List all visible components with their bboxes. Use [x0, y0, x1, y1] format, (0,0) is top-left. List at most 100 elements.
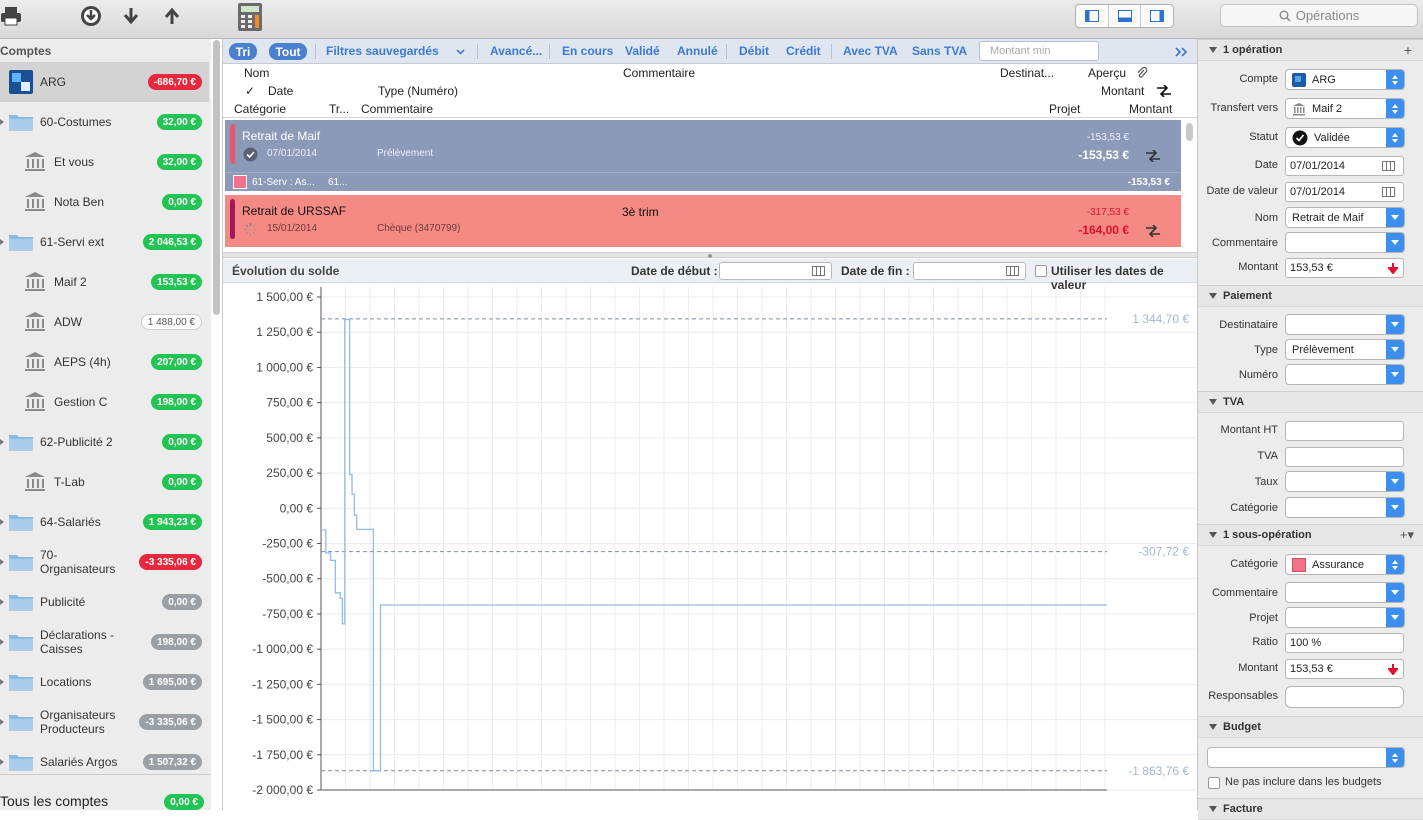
split-divider[interactable] — [223, 252, 1198, 258]
calendar-icon[interactable] — [1382, 161, 1395, 171]
col-category[interactable]: Catégorie — [234, 102, 286, 116]
sidebar-item[interactable]: ADW 1 488,00 € — [0, 302, 209, 342]
value-dates-checkbox[interactable] — [1035, 265, 1047, 277]
print-icon[interactable] — [0, 4, 22, 28]
sidebar-left-toggle[interactable] — [1076, 5, 1109, 27]
download-circle-icon[interactable] — [80, 4, 102, 28]
disclosure-icon[interactable] — [0, 679, 4, 685]
section-budget[interactable]: Budget — [1198, 716, 1423, 738]
col-type[interactable]: Type (Numéro) — [378, 84, 458, 98]
sidebar-item[interactable]: Gestion C 198,00 € — [0, 382, 209, 422]
col-subamount[interactable]: Montant — [1129, 102, 1172, 116]
col-subcomment[interactable]: Commentaire — [361, 102, 433, 116]
disclosure-icon[interactable] — [0, 599, 4, 605]
col-recipient[interactable]: Destinat... — [1000, 66, 1054, 80]
recipient-combobox[interactable] — [1285, 314, 1405, 335]
sidebar-item[interactable]: Maif 2 153,53 € — [0, 262, 209, 302]
without-vat-filter[interactable]: Sans TVA — [912, 44, 967, 58]
owners-token-field[interactable] — [1285, 686, 1404, 708]
col-preview[interactable]: Aperçu — [1088, 66, 1126, 80]
validated-filter[interactable]: Validé — [625, 44, 660, 58]
col-amount[interactable]: Montant — [1101, 84, 1144, 98]
budget-select[interactable] — [1207, 747, 1405, 768]
col-transfer[interactable]: Tr... — [329, 102, 349, 116]
calendar-icon[interactable] — [812, 266, 825, 276]
min-amount-input[interactable]: Montant min — [979, 41, 1099, 61]
value-date-input[interactable]: 07/01/2014 — [1285, 182, 1404, 202]
end-date-input[interactable] — [913, 262, 1026, 280]
amount-input[interactable]: 153,53 € — [1285, 258, 1404, 278]
sidebar-scrollbar[interactable] — [213, 40, 220, 315]
section-invoice[interactable]: Facture — [1198, 798, 1423, 820]
transfer-select[interactable]: Maif 2 — [1285, 98, 1405, 119]
sub-category-select[interactable]: Assurance — [1285, 554, 1405, 575]
vat-input[interactable] — [1285, 447, 1404, 467]
section-payment[interactable]: Paiement — [1198, 285, 1423, 307]
sidebar-item[interactable]: 61-Servi ext 2 046,53 € — [0, 222, 209, 262]
arrow-up-icon[interactable] — [162, 4, 182, 28]
disclosure-icon[interactable] — [0, 119, 4, 125]
start-date-input[interactable] — [719, 262, 832, 280]
disclosure-icon[interactable] — [0, 239, 4, 245]
sidebar-item[interactable]: AEPS (4h) 207,00 € — [0, 342, 209, 382]
sidebar-item[interactable]: T-Lab 0,00 € — [0, 462, 209, 502]
sidebar-item[interactable]: Locations 1 695,00 € — [0, 662, 209, 702]
section-sub-operation[interactable]: 1 sous-opération +▾ — [1198, 524, 1423, 546]
section-operation[interactable]: 1 opération + — [1198, 39, 1423, 61]
sidebar-item[interactable]: Et vous 32,00 € — [0, 142, 209, 182]
disclosure-icon[interactable] — [0, 719, 4, 725]
payment-type-combobox[interactable]: Prélèvement — [1285, 339, 1405, 360]
exclude-budget-checkbox[interactable] — [1208, 777, 1220, 789]
ratio-input[interactable]: 100 % — [1285, 633, 1404, 653]
date-input[interactable]: 07/01/2014 — [1285, 156, 1404, 176]
disclosure-icon[interactable] — [0, 639, 4, 645]
col-project[interactable]: Projet — [1049, 102, 1080, 116]
all-filter-button[interactable]: Tout — [269, 43, 307, 60]
sidebar-item[interactable]: Publicité 0,00 € — [0, 582, 209, 622]
sort-button[interactable]: Tri — [229, 43, 257, 60]
sub-comment-combobox[interactable] — [1285, 582, 1405, 603]
list-scrollbar[interactable] — [1186, 123, 1193, 141]
sidebar-item[interactable]: Nota Ben 0,00 € — [0, 182, 209, 222]
project-combobox[interactable] — [1285, 607, 1405, 628]
disclosure-icon[interactable] — [0, 439, 4, 445]
vat-category-combobox[interactable] — [1285, 497, 1405, 518]
search-field[interactable]: Opérations — [1220, 4, 1418, 27]
with-vat-filter[interactable]: Avec TVA — [843, 44, 898, 58]
add-icon[interactable]: + — [1404, 42, 1412, 58]
col-date[interactable]: Date — [268, 84, 293, 98]
transaction-row[interactable]: Retrait de URSSAF 15/01/2014 Chèque (347… — [225, 195, 1181, 247]
debit-filter[interactable]: Débit — [739, 44, 769, 58]
comment-combobox[interactable] — [1285, 232, 1405, 253]
arrow-down-icon[interactable] — [121, 4, 141, 28]
account-select[interactable]: ARG — [1285, 69, 1405, 90]
sidebar-item[interactable]: 62-Publicité 2 0,00 € — [0, 422, 209, 462]
sub-amount-input[interactable]: 153,53 € — [1285, 659, 1404, 679]
col-comment[interactable]: Commentaire — [623, 66, 695, 80]
sidebar-item[interactable]: ARG -686,70 € — [0, 62, 209, 102]
sidebar-item[interactable]: 64-Salariés 1 943,23 € — [0, 502, 209, 542]
disclosure-icon[interactable] — [0, 559, 4, 565]
name-combobox[interactable]: Retrait de Maif — [1285, 207, 1405, 228]
add-menu-icon[interactable]: +▾ — [1400, 527, 1414, 543]
calculator-icon[interactable] — [237, 2, 263, 32]
col-name[interactable]: Nom — [244, 66, 269, 80]
disclosure-icon[interactable] — [0, 759, 4, 765]
advanced-filter[interactable]: Avancé... — [490, 44, 542, 58]
credit-filter[interactable]: Crédit — [786, 44, 821, 58]
saved-filters-menu[interactable]: Filtres sauvegardés — [326, 44, 439, 58]
sidebar-item[interactable]: Organisateurs Producteurs -3 335,06 € — [0, 702, 209, 742]
sidebar-item[interactable]: Déclarations - Caisses 198,00 € — [0, 622, 209, 662]
number-combobox[interactable] — [1285, 364, 1405, 385]
amount-ht-input[interactable] — [1285, 421, 1404, 441]
calendar-icon[interactable] — [1006, 266, 1019, 276]
calendar-icon[interactable] — [1382, 187, 1395, 197]
double-chevron-right-icon[interactable] — [1175, 47, 1189, 57]
pending-filter[interactable]: En cours — [562, 44, 613, 58]
bottom-panel-toggle[interactable] — [1109, 5, 1142, 27]
cancelled-filter[interactable]: Annulé — [677, 44, 718, 58]
col-check[interactable]: ✓ — [245, 84, 255, 98]
status-select[interactable]: Validée — [1285, 127, 1405, 148]
all-accounts-row[interactable]: Tous les comptes 0,00 € — [0, 774, 211, 810]
section-vat[interactable]: TVA — [1198, 391, 1423, 413]
